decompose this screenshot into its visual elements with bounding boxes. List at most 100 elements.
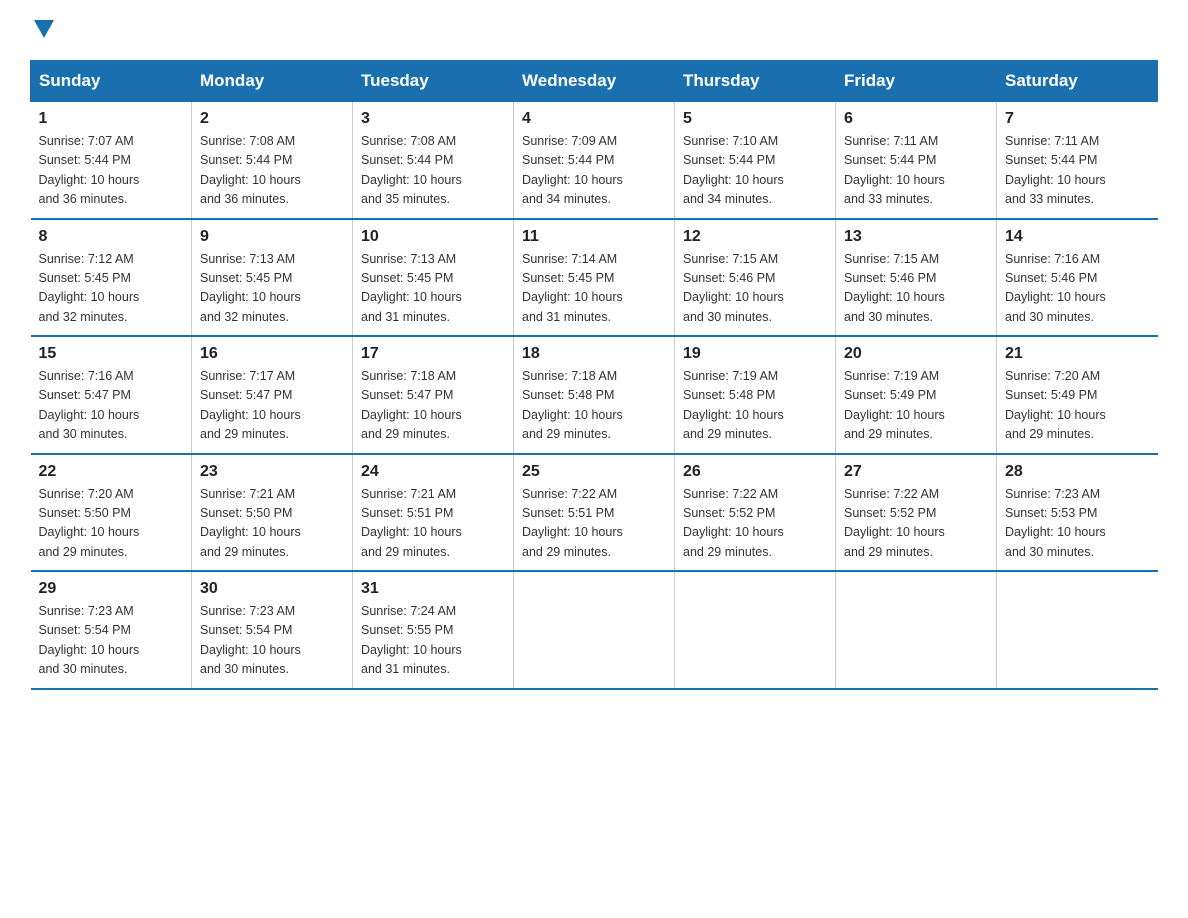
day-number: 12 bbox=[683, 228, 827, 246]
header-thursday: Thursday bbox=[675, 61, 836, 102]
day-number: 17 bbox=[361, 345, 505, 363]
day-number: 19 bbox=[683, 345, 827, 363]
calendar-cell bbox=[675, 571, 836, 689]
header-tuesday: Tuesday bbox=[353, 61, 514, 102]
calendar-cell: 2 Sunrise: 7:08 AMSunset: 5:44 PMDayligh… bbox=[192, 102, 353, 219]
day-info: Sunrise: 7:21 AMSunset: 5:51 PMDaylight:… bbox=[361, 487, 462, 559]
day-info: Sunrise: 7:13 AMSunset: 5:45 PMDaylight:… bbox=[361, 252, 462, 324]
day-info: Sunrise: 7:15 AMSunset: 5:46 PMDaylight:… bbox=[683, 252, 784, 324]
calendar-cell: 16 Sunrise: 7:17 AMSunset: 5:47 PMDaylig… bbox=[192, 336, 353, 454]
calendar-cell: 10 Sunrise: 7:13 AMSunset: 5:45 PMDaylig… bbox=[353, 219, 514, 337]
day-number: 22 bbox=[39, 463, 184, 481]
calendar-cell: 11 Sunrise: 7:14 AMSunset: 5:45 PMDaylig… bbox=[514, 219, 675, 337]
day-info: Sunrise: 7:19 AMSunset: 5:48 PMDaylight:… bbox=[683, 369, 784, 441]
calendar-cell bbox=[836, 571, 997, 689]
calendar-cell: 28 Sunrise: 7:23 AMSunset: 5:53 PMDaylig… bbox=[997, 454, 1158, 572]
calendar-cell: 20 Sunrise: 7:19 AMSunset: 5:49 PMDaylig… bbox=[836, 336, 997, 454]
day-info: Sunrise: 7:19 AMSunset: 5:49 PMDaylight:… bbox=[844, 369, 945, 441]
day-info: Sunrise: 7:21 AMSunset: 5:50 PMDaylight:… bbox=[200, 487, 301, 559]
logo-triangle-icon bbox=[34, 20, 54, 38]
day-info: Sunrise: 7:22 AMSunset: 5:52 PMDaylight:… bbox=[844, 487, 945, 559]
calendar-cell bbox=[997, 571, 1158, 689]
day-info: Sunrise: 7:18 AMSunset: 5:48 PMDaylight:… bbox=[522, 369, 623, 441]
calendar-cell: 1 Sunrise: 7:07 AMSunset: 5:44 PMDayligh… bbox=[31, 102, 192, 219]
day-info: Sunrise: 7:18 AMSunset: 5:47 PMDaylight:… bbox=[361, 369, 462, 441]
day-number: 30 bbox=[200, 580, 344, 598]
day-number: 9 bbox=[200, 228, 344, 246]
header-monday: Monday bbox=[192, 61, 353, 102]
day-info: Sunrise: 7:16 AMSunset: 5:46 PMDaylight:… bbox=[1005, 252, 1106, 324]
header-friday: Friday bbox=[836, 61, 997, 102]
calendar-cell: 27 Sunrise: 7:22 AMSunset: 5:52 PMDaylig… bbox=[836, 454, 997, 572]
header-wednesday: Wednesday bbox=[514, 61, 675, 102]
day-number: 4 bbox=[522, 110, 666, 128]
header-saturday: Saturday bbox=[997, 61, 1158, 102]
day-info: Sunrise: 7:24 AMSunset: 5:55 PMDaylight:… bbox=[361, 604, 462, 676]
day-info: Sunrise: 7:22 AMSunset: 5:52 PMDaylight:… bbox=[683, 487, 784, 559]
day-number: 13 bbox=[844, 228, 988, 246]
day-number: 26 bbox=[683, 463, 827, 481]
day-number: 2 bbox=[200, 110, 344, 128]
calendar-cell: 13 Sunrise: 7:15 AMSunset: 5:46 PMDaylig… bbox=[836, 219, 997, 337]
day-number: 16 bbox=[200, 345, 344, 363]
day-number: 11 bbox=[522, 228, 666, 246]
day-info: Sunrise: 7:11 AMSunset: 5:44 PMDaylight:… bbox=[1005, 134, 1106, 206]
day-info: Sunrise: 7:12 AMSunset: 5:45 PMDaylight:… bbox=[39, 252, 140, 324]
week-row-5: 29 Sunrise: 7:23 AMSunset: 5:54 PMDaylig… bbox=[31, 571, 1158, 689]
day-info: Sunrise: 7:08 AMSunset: 5:44 PMDaylight:… bbox=[200, 134, 301, 206]
calendar-body: 1 Sunrise: 7:07 AMSunset: 5:44 PMDayligh… bbox=[31, 102, 1158, 689]
day-info: Sunrise: 7:20 AMSunset: 5:50 PMDaylight:… bbox=[39, 487, 140, 559]
day-number: 1 bbox=[39, 110, 184, 128]
calendar-cell: 5 Sunrise: 7:10 AMSunset: 5:44 PMDayligh… bbox=[675, 102, 836, 219]
header-sunday: Sunday bbox=[31, 61, 192, 102]
calendar-table: SundayMondayTuesdayWednesdayThursdayFrid… bbox=[30, 60, 1158, 690]
day-info: Sunrise: 7:07 AMSunset: 5:44 PMDaylight:… bbox=[39, 134, 140, 206]
day-info: Sunrise: 7:14 AMSunset: 5:45 PMDaylight:… bbox=[522, 252, 623, 324]
calendar-cell: 24 Sunrise: 7:21 AMSunset: 5:51 PMDaylig… bbox=[353, 454, 514, 572]
day-number: 3 bbox=[361, 110, 505, 128]
day-number: 31 bbox=[361, 580, 505, 598]
calendar-cell: 15 Sunrise: 7:16 AMSunset: 5:47 PMDaylig… bbox=[31, 336, 192, 454]
calendar-cell: 9 Sunrise: 7:13 AMSunset: 5:45 PMDayligh… bbox=[192, 219, 353, 337]
calendar-header: SundayMondayTuesdayWednesdayThursdayFrid… bbox=[31, 61, 1158, 102]
week-row-4: 22 Sunrise: 7:20 AMSunset: 5:50 PMDaylig… bbox=[31, 454, 1158, 572]
day-number: 8 bbox=[39, 228, 184, 246]
day-info: Sunrise: 7:22 AMSunset: 5:51 PMDaylight:… bbox=[522, 487, 623, 559]
calendar-cell: 3 Sunrise: 7:08 AMSunset: 5:44 PMDayligh… bbox=[353, 102, 514, 219]
logo bbox=[30, 20, 54, 40]
calendar-cell: 6 Sunrise: 7:11 AMSunset: 5:44 PMDayligh… bbox=[836, 102, 997, 219]
calendar-cell: 19 Sunrise: 7:19 AMSunset: 5:48 PMDaylig… bbox=[675, 336, 836, 454]
header-row: SundayMondayTuesdayWednesdayThursdayFrid… bbox=[31, 61, 1158, 102]
day-number: 29 bbox=[39, 580, 184, 598]
week-row-1: 1 Sunrise: 7:07 AMSunset: 5:44 PMDayligh… bbox=[31, 102, 1158, 219]
week-row-3: 15 Sunrise: 7:16 AMSunset: 5:47 PMDaylig… bbox=[31, 336, 1158, 454]
day-info: Sunrise: 7:23 AMSunset: 5:53 PMDaylight:… bbox=[1005, 487, 1106, 559]
day-info: Sunrise: 7:15 AMSunset: 5:46 PMDaylight:… bbox=[844, 252, 945, 324]
calendar-cell: 7 Sunrise: 7:11 AMSunset: 5:44 PMDayligh… bbox=[997, 102, 1158, 219]
day-number: 27 bbox=[844, 463, 988, 481]
day-info: Sunrise: 7:23 AMSunset: 5:54 PMDaylight:… bbox=[200, 604, 301, 676]
day-info: Sunrise: 7:17 AMSunset: 5:47 PMDaylight:… bbox=[200, 369, 301, 441]
calendar-cell: 4 Sunrise: 7:09 AMSunset: 5:44 PMDayligh… bbox=[514, 102, 675, 219]
day-info: Sunrise: 7:10 AMSunset: 5:44 PMDaylight:… bbox=[683, 134, 784, 206]
day-number: 5 bbox=[683, 110, 827, 128]
day-number: 14 bbox=[1005, 228, 1150, 246]
calendar-cell: 30 Sunrise: 7:23 AMSunset: 5:54 PMDaylig… bbox=[192, 571, 353, 689]
calendar-cell: 26 Sunrise: 7:22 AMSunset: 5:52 PMDaylig… bbox=[675, 454, 836, 572]
day-info: Sunrise: 7:16 AMSunset: 5:47 PMDaylight:… bbox=[39, 369, 140, 441]
calendar-cell: 25 Sunrise: 7:22 AMSunset: 5:51 PMDaylig… bbox=[514, 454, 675, 572]
day-number: 7 bbox=[1005, 110, 1150, 128]
logo-blue-text bbox=[30, 20, 54, 40]
day-number: 18 bbox=[522, 345, 666, 363]
day-info: Sunrise: 7:09 AMSunset: 5:44 PMDaylight:… bbox=[522, 134, 623, 206]
day-number: 25 bbox=[522, 463, 666, 481]
week-row-2: 8 Sunrise: 7:12 AMSunset: 5:45 PMDayligh… bbox=[31, 219, 1158, 337]
day-number: 23 bbox=[200, 463, 344, 481]
day-number: 15 bbox=[39, 345, 184, 363]
calendar-cell: 22 Sunrise: 7:20 AMSunset: 5:50 PMDaylig… bbox=[31, 454, 192, 572]
day-info: Sunrise: 7:23 AMSunset: 5:54 PMDaylight:… bbox=[39, 604, 140, 676]
day-info: Sunrise: 7:20 AMSunset: 5:49 PMDaylight:… bbox=[1005, 369, 1106, 441]
day-info: Sunrise: 7:08 AMSunset: 5:44 PMDaylight:… bbox=[361, 134, 462, 206]
day-number: 28 bbox=[1005, 463, 1150, 481]
calendar-cell: 29 Sunrise: 7:23 AMSunset: 5:54 PMDaylig… bbox=[31, 571, 192, 689]
